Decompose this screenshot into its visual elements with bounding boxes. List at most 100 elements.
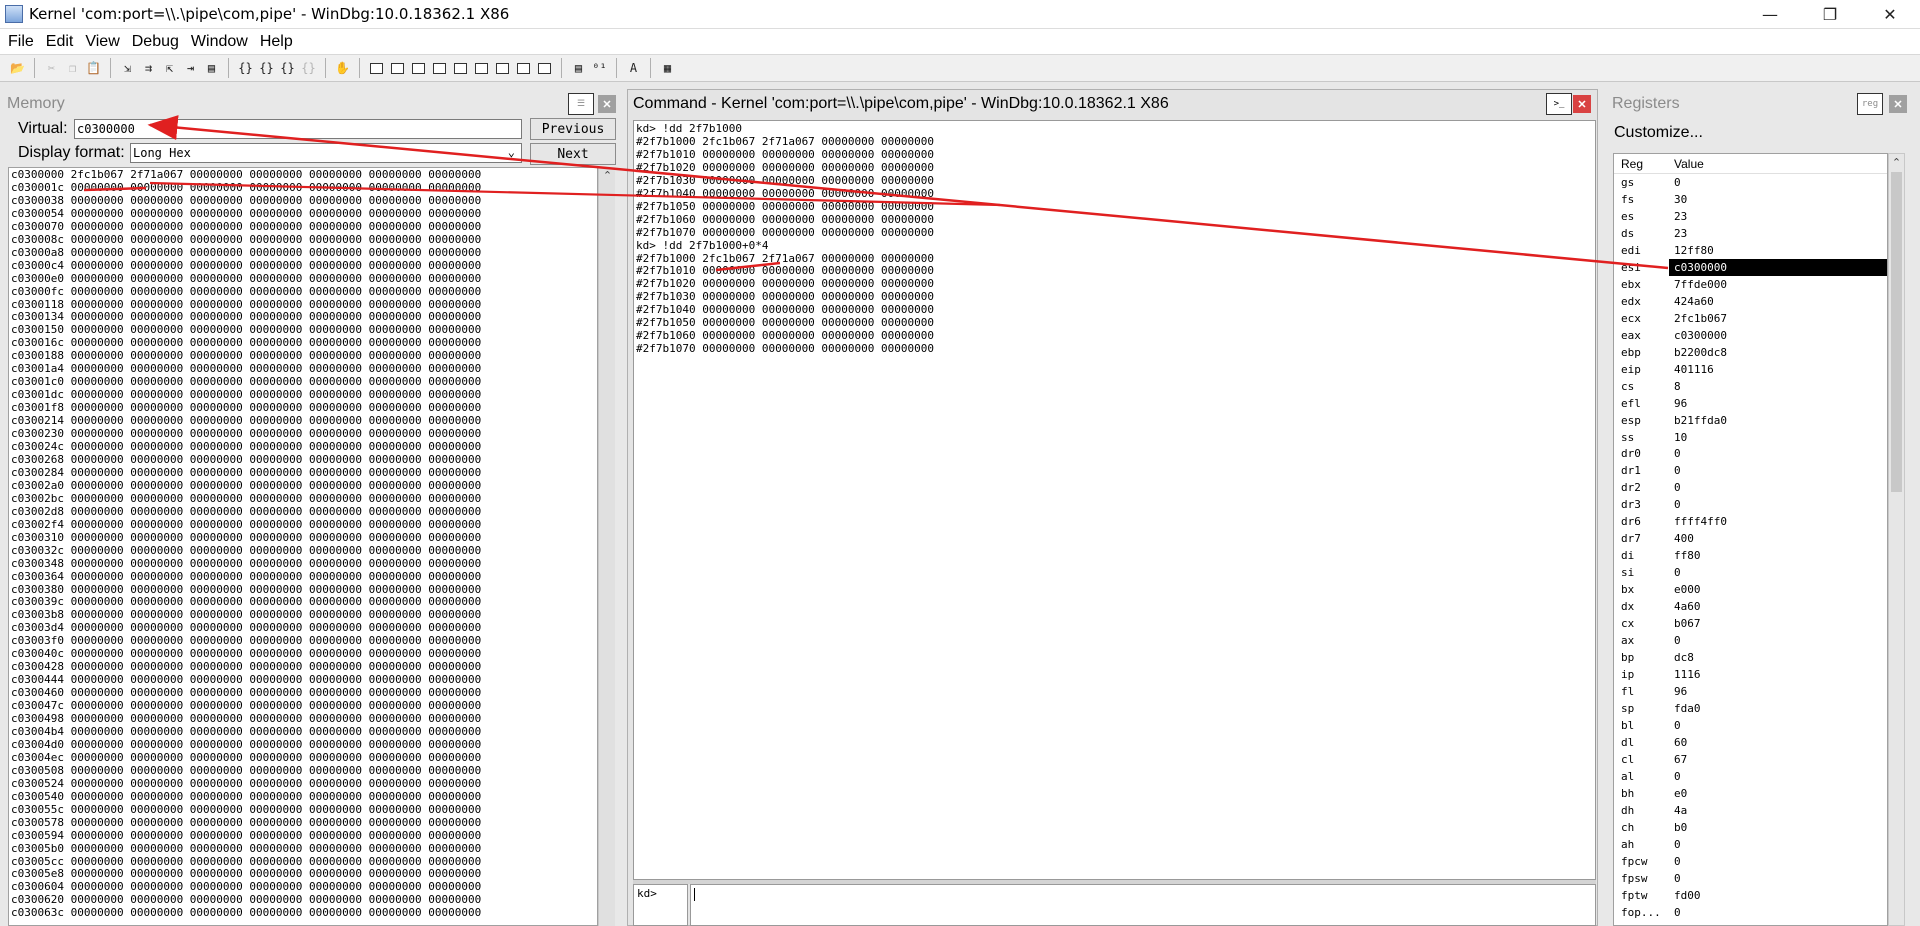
scroll-up-icon[interactable]: ⌃ <box>599 167 616 184</box>
minimize-button[interactable]: — <box>1740 0 1800 29</box>
source-mode-icon[interactable]: ▤ <box>569 59 588 78</box>
register-row-esp[interactable]: esp b21ffda0 <box>1614 412 1887 429</box>
register-value[interactable]: fd00 <box>1669 887 1887 904</box>
register-row-bp[interactable]: bp dc8 <box>1614 649 1887 666</box>
register-row-sp[interactable]: sp fda0 <box>1614 700 1887 717</box>
register-row-ecx[interactable]: ecx 2fc1b067 <box>1614 310 1887 327</box>
register-row-ss[interactable]: ss 10 <box>1614 429 1887 446</box>
register-value[interactable]: 23 <box>1669 208 1887 225</box>
register-row-dr1[interactable]: dr1 0 <box>1614 462 1887 479</box>
memory-close-icon[interactable]: ✕ <box>598 95 616 113</box>
menu-file[interactable]: File <box>2 29 40 54</box>
stop-debugging-icon[interactable]: {} <box>278 59 297 78</box>
register-row-es[interactable]: es 23 <box>1614 208 1887 225</box>
register-row-efl[interactable]: efl 96 <box>1614 395 1887 412</box>
register-row-fpsw[interactable]: fpsw 0 <box>1614 870 1887 887</box>
register-value[interactable]: e000 <box>1669 581 1887 598</box>
register-value[interactable]: 0 <box>1669 904 1887 921</box>
command-close-icon[interactable]: ✕ <box>1573 95 1591 113</box>
register-row-ds[interactable]: ds 23 <box>1614 225 1887 242</box>
register-value[interactable]: 0 <box>1669 717 1887 734</box>
register-row-bh[interactable]: bh e0 <box>1614 785 1887 802</box>
break-icon[interactable]: {} <box>236 59 255 78</box>
menu-help[interactable]: Help <box>254 29 299 54</box>
register-value[interactable]: 0 <box>1669 446 1887 463</box>
register-value[interactable]: 0 <box>1669 496 1887 513</box>
next-button[interactable]: Next <box>530 143 616 165</box>
locals-window-icon[interactable] <box>409 59 428 78</box>
register-row-fptw[interactable]: fptw fd00 <box>1614 887 1887 904</box>
copy-icon[interactable]: ❐ <box>63 59 82 78</box>
register-value[interactable]: c0300000 <box>1669 258 1887 276</box>
cut-icon[interactable]: ✂ <box>42 59 61 78</box>
register-value[interactable]: 30 <box>1669 191 1887 208</box>
registers-scrollbar[interactable]: ⌃ <box>1888 153 1905 926</box>
font-icon[interactable]: A <box>624 59 643 78</box>
register-row-ch[interactable]: ch b0 <box>1614 819 1887 836</box>
open-icon[interactable]: 📂 <box>8 59 27 78</box>
customize-link[interactable]: Customize... <box>1614 124 1703 142</box>
memory-window-icon[interactable]: ☰ <box>568 93 594 115</box>
memory-dump[interactable]: c0300000 2fc1b067 2f71a067 00000000 0000… <box>8 167 598 926</box>
register-row-edi[interactable]: edi 12ff80 <box>1614 242 1887 259</box>
register-value[interactable]: dc8 <box>1669 649 1887 666</box>
register-row-dh[interactable]: dh 4a <box>1614 802 1887 819</box>
register-value[interactable]: 0 <box>1669 479 1887 496</box>
options-icon[interactable]: ▦ <box>658 59 677 78</box>
register-value[interactable]: 0 <box>1669 174 1887 191</box>
register-value[interactable]: 12ff80 <box>1669 242 1887 259</box>
go-icon[interactable]: ▤ <box>202 59 221 78</box>
register-row-fs[interactable]: fs 30 <box>1614 191 1887 208</box>
step-out-icon[interactable]: ⇱ <box>160 59 179 78</box>
restart-icon[interactable]: {} <box>257 59 276 78</box>
step-over-icon[interactable]: ⇉ <box>139 59 158 78</box>
step-back-icon[interactable]: {} <box>299 59 318 78</box>
register-row-cx[interactable]: cx b067 <box>1614 615 1887 632</box>
registers-window-icon[interactable] <box>430 59 449 78</box>
call-stack-icon[interactable] <box>472 59 491 78</box>
scroll-up-icon[interactable]: ⌃ <box>1889 154 1904 171</box>
register-value[interactable]: 424a60 <box>1669 293 1887 310</box>
menu-view[interactable]: View <box>79 29 125 54</box>
disassembly-icon[interactable] <box>493 59 512 78</box>
maximize-button[interactable]: ❐ <box>1800 0 1860 29</box>
register-value[interactable]: 0 <box>1669 836 1887 853</box>
memory-scrollbar[interactable]: ⌃ <box>598 167 615 926</box>
register-row-ah[interactable]: ah 0 <box>1614 836 1887 853</box>
register-row-al[interactable]: al 0 <box>1614 768 1887 785</box>
register-row-fl[interactable]: fl 96 <box>1614 683 1887 700</box>
menu-window[interactable]: Window <box>185 29 254 54</box>
register-value[interactable]: 0 <box>1669 462 1887 479</box>
register-value[interactable]: e0 <box>1669 785 1887 802</box>
close-button[interactable]: ✕ <box>1860 0 1920 29</box>
column-header-reg[interactable]: Reg <box>1614 157 1669 171</box>
register-row-di[interactable]: di ff80 <box>1614 547 1887 564</box>
step-into-icon[interactable]: ⇲ <box>118 59 137 78</box>
register-row-edx[interactable]: edx 424a60 <box>1614 293 1887 310</box>
register-value[interactable]: ffff4ff0 <box>1669 513 1887 530</box>
register-row-ax[interactable]: ax 0 <box>1614 632 1887 649</box>
registers-close-icon[interactable]: ✕ <box>1889 95 1907 113</box>
register-row-ip[interactable]: ip 1116 <box>1614 666 1887 683</box>
command-output[interactable]: kd> !dd 2f7b1000 #2f7b1000 2fc1b067 2f71a… <box>633 120 1596 880</box>
register-value[interactable]: ff80 <box>1669 547 1887 564</box>
register-row-bx[interactable]: bx e000 <box>1614 581 1887 598</box>
register-row-bl[interactable]: bl 0 <box>1614 717 1887 734</box>
register-value[interactable]: 96 <box>1669 683 1887 700</box>
register-row-eax[interactable]: eax c0300000 <box>1614 327 1887 344</box>
menu-edit[interactable]: Edit <box>40 29 80 54</box>
register-value[interactable]: fda0 <box>1669 700 1887 717</box>
virtual-address-input[interactable]: c0300000 <box>74 119 522 139</box>
column-header-value[interactable]: Value <box>1669 154 1887 173</box>
register-value[interactable]: 23 <box>1669 225 1887 242</box>
register-row-esi[interactable]: esi c0300000 <box>1614 258 1887 276</box>
register-row-eip[interactable]: eip 401116 <box>1614 361 1887 378</box>
register-row-cs[interactable]: cs 8 <box>1614 378 1887 395</box>
command-input[interactable] <box>690 884 1596 926</box>
register-value[interactable]: b067 <box>1669 615 1887 632</box>
register-value[interactable]: 0 <box>1669 853 1887 870</box>
register-value[interactable]: 67 <box>1669 751 1887 768</box>
memory-window-icon[interactable] <box>451 59 470 78</box>
register-value[interactable]: b0 <box>1669 819 1887 836</box>
menu-debug[interactable]: Debug <box>126 29 185 54</box>
